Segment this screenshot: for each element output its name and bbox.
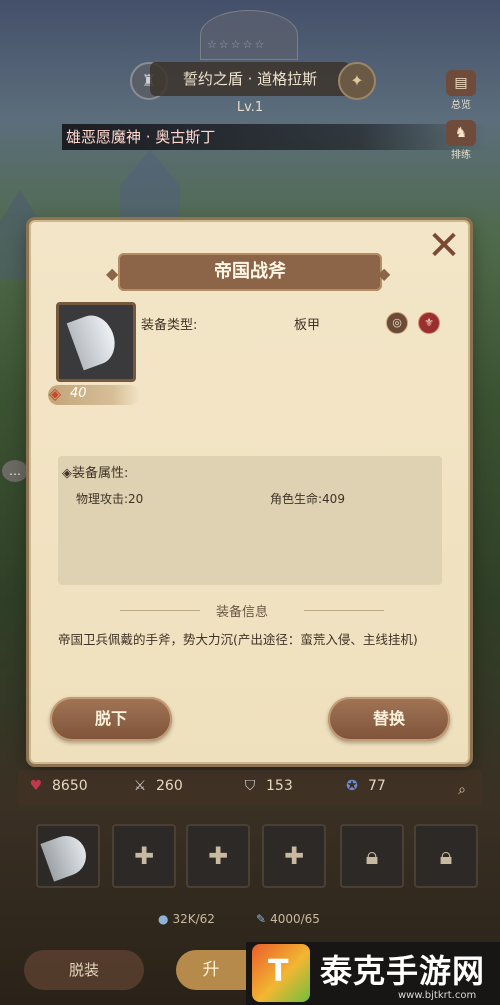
watermark-brand: 泰克手游网 [320,952,486,990]
hero-emblem [200,10,298,60]
class-icon[interactable]: ✦ [338,62,376,100]
side-button-overview[interactable]: ▤ 总览 [444,70,478,111]
stat-attack: ⚔ 260 [128,778,183,794]
equip-slot-locked[interactable]: 🔒︎ [414,824,478,888]
star-shield-icon: ✪ [346,778,358,794]
stat-value: 260 [156,778,183,794]
shield-class-icon: ◎ [386,312,408,334]
hero-level: Lv.1 [236,100,264,115]
potion-icon: ✎ [256,912,267,926]
equip-slot-locked[interactable]: 🔒︎ [340,824,404,888]
ornament-icon: ◆ [106,264,119,283]
stat-value: 153 [266,778,293,794]
divider [120,610,200,611]
remove-button[interactable]: 脱下 [50,697,172,741]
axe-icon [40,830,92,882]
resource-gold: ● 32K/62 [158,912,215,926]
watermark-url: www.bjtkrt.com [398,990,477,1001]
stat-defense: ⛉ 153 [238,778,293,794]
attribute-physical-attack: 物理攻击:20 [76,492,144,506]
power-value: 40 [70,386,87,401]
equip-slot-empty[interactable]: ✚ [262,824,326,888]
equipment-item-slot[interactable] [56,302,136,382]
resource-value: 4000/65 [270,912,320,926]
side-button-label: 排练 [451,150,471,161]
divider [304,610,384,611]
equip-slot-empty[interactable]: ✚ [186,824,250,888]
heart-icon: ♥ [29,778,43,794]
equip-slot-weapon[interactable] [36,824,100,888]
knight-icon: ♞ [446,120,476,146]
resource-exp: ✎ 4000/65 [256,912,320,926]
watermark-logo-glyph: T [268,954,289,989]
fleur-icon: ⚜ [418,312,440,334]
upgrade-button[interactable]: 升 [176,950,246,990]
ornament-icon: ◆ [378,264,391,283]
coin-icon: ● [158,912,169,926]
hero-name: 誓约之盾 · 道格拉斯 [150,62,350,96]
equip-slot-empty[interactable]: ✚ [112,824,176,888]
attribute-hp: 角色生命:409 [270,492,345,506]
replace-button[interactable]: 替换 [328,697,450,741]
book-icon: ▤ [446,70,476,96]
side-button-label: 总览 [451,100,471,111]
hero-stars: ☆☆☆☆☆ [207,38,267,51]
plus-icon: ✚ [133,842,155,870]
hero-title-banner: 雄恶愿魔神 · 奥古斯丁 [62,124,486,150]
equip-type-label: 装备类型: [141,318,198,333]
resource-value: 32K/62 [172,912,215,926]
stat-hp: ♥ 8650 [24,778,88,794]
power-icon: ◈ [48,384,62,403]
stat-magic-defense: ✪ 77 [340,778,386,794]
modal-title: 帝国战斧 [118,253,382,291]
info-heading: 装备信息 [216,605,269,620]
lock-icon: 🔒︎ [439,842,453,870]
equipment-description: 帝国卫兵佩戴的手斧，势大力沉(产出途径：蛮荒入侵、主线挂机) [58,632,418,647]
plus-icon: ✚ [207,842,229,870]
search-icon[interactable]: ⌕ [450,778,474,802]
chat-icon[interactable]: … [2,460,28,482]
attributes-title: ◈装备属性: [62,466,129,481]
lock-icon: 🔒︎ [365,842,379,870]
side-button-ranking[interactable]: ♞ 排练 [444,120,478,161]
sword-icon: ⚔ [133,778,147,794]
equip-type-value: 板甲 [294,318,321,333]
plus-icon: ✚ [283,842,305,870]
axe-icon [66,309,122,371]
stat-value: 8650 [52,778,88,794]
shield-icon: ⛉ [244,778,256,794]
stat-value: 77 [368,778,386,794]
unequip-all-button[interactable]: 脱装 [24,950,144,990]
close-icon[interactable]: ✕ [424,226,464,266]
